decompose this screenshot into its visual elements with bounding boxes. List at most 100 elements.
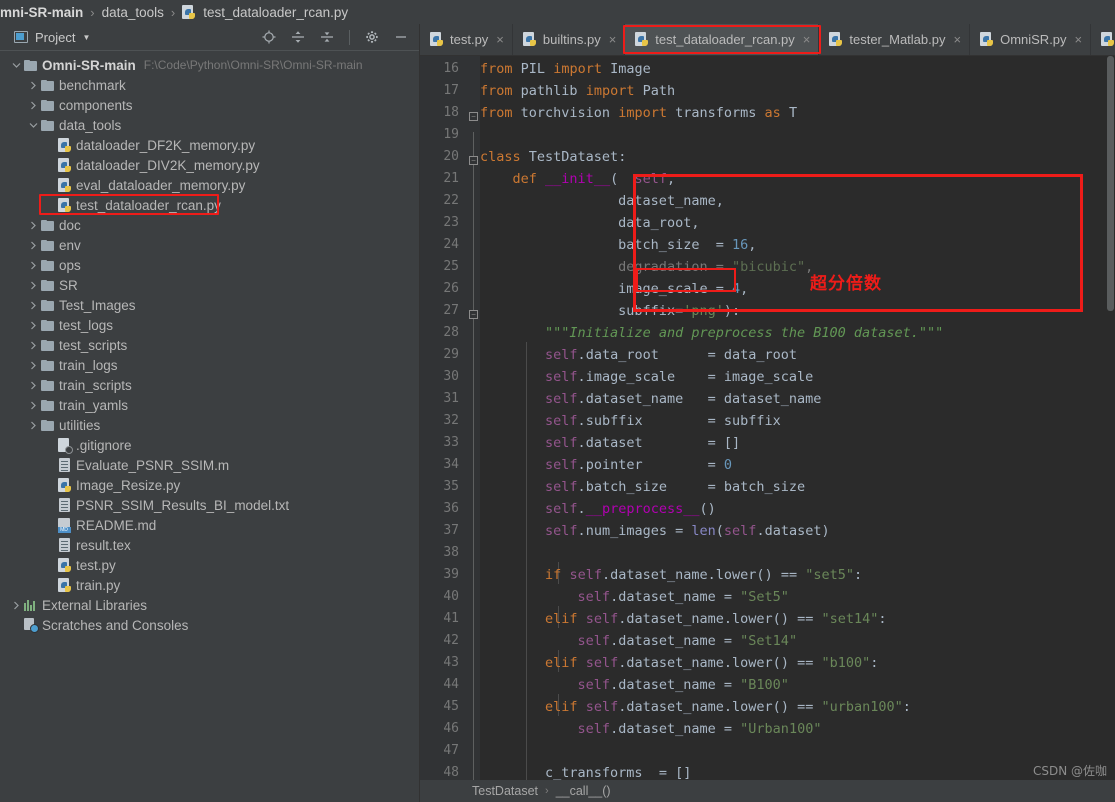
tree-item-data-tools[interactable]: data_tools: [0, 115, 419, 135]
code-line[interactable]: def __init__( self,: [480, 168, 676, 190]
chevron-right-icon[interactable]: [27, 361, 39, 370]
code-line[interactable]: if self.dataset_name.lower() == "set5":: [480, 564, 862, 586]
tree-item-test-scripts[interactable]: test_scripts: [0, 335, 419, 355]
code-line[interactable]: elif self.dataset_name.lower() == "b100"…: [480, 652, 878, 674]
chevron-down-icon[interactable]: [10, 62, 22, 69]
project-tree[interactable]: Omni-SR-main F:\Code\Python\Omni-SR\Omni-…: [0, 51, 419, 801]
breadcrumb-item-file[interactable]: test_dataloader_rcan.py: [182, 4, 348, 20]
close-icon[interactable]: ×: [803, 32, 811, 47]
tree-item-scratches-and-consoles[interactable]: Scratches and Consoles: [0, 615, 419, 635]
chevron-right-icon[interactable]: [27, 261, 39, 270]
tree-item-result-tex[interactable]: result.tex: [0, 535, 419, 555]
tree-item-env[interactable]: env: [0, 235, 419, 255]
code-line[interactable]: self.dataset_name = "Urban100": [480, 718, 822, 740]
code-line[interactable]: self.dataset_name = "B100": [480, 674, 789, 696]
tree-item-sr[interactable]: SR: [0, 275, 419, 295]
chevron-right-icon[interactable]: [27, 321, 39, 330]
expand-all-icon[interactable]: [290, 29, 306, 45]
collapse-all-icon[interactable]: [319, 29, 335, 45]
editor-tab-test-dataloader-rcan-py[interactable]: test_dataloader_rcan.py ×: [625, 24, 820, 55]
code-line[interactable]: from PIL import Image: [480, 58, 651, 80]
tree-item-omni-sr-main[interactable]: Omni-SR-main F:\Code\Python\Omni-SR\Omni-…: [0, 55, 419, 75]
breadcrumb-item-project[interactable]: mni-SR-main: [0, 5, 83, 20]
code-line[interactable]: self.dataset_name = dataset_name: [480, 388, 821, 410]
status-breadcrumb-class[interactable]: TestDataset: [472, 784, 538, 798]
chevron-right-icon[interactable]: [27, 221, 39, 230]
tree-item-external-libraries[interactable]: External Libraries: [0, 595, 419, 615]
code-line[interactable]: from torchvision import transforms as T: [480, 102, 797, 124]
tree-item--gitignore[interactable]: .gitignore: [0, 435, 419, 455]
chevron-down-icon[interactable]: [27, 122, 39, 129]
chevron-right-icon[interactable]: [27, 81, 39, 90]
tree-item-ops[interactable]: ops: [0, 255, 419, 275]
code-line[interactable]: self.pointer = 0: [480, 454, 732, 476]
close-icon[interactable]: ×: [609, 32, 617, 47]
chevron-right-icon[interactable]: [27, 421, 39, 430]
editor-tabbar[interactable]: test.py × builtins.py × test_dataloader_rcan…: [420, 24, 1115, 56]
scrollbar-thumb[interactable]: [1107, 56, 1114, 311]
fold-marker-init[interactable]: −: [469, 310, 478, 319]
tree-item-utilities[interactable]: utilities: [0, 415, 419, 435]
editor-tab-omnisr-py[interactable]: OmniSR.py ×: [970, 24, 1092, 55]
fold-column[interactable]: − − −: [466, 56, 480, 780]
chevron-right-icon[interactable]: [27, 241, 39, 250]
code-line[interactable]: self.dataset_name = "Set5": [480, 586, 789, 608]
tree-item-readme-md[interactable]: MD README.md: [0, 515, 419, 535]
tree-item-train-logs[interactable]: train_logs: [0, 355, 419, 375]
editor-scrollbar[interactable]: [1106, 56, 1115, 780]
tree-item-dataloader-div2k-memory-py[interactable]: dataloader_DIV2K_memory.py: [0, 155, 419, 175]
editor-tab-osa[interactable]: OSA: [1091, 24, 1115, 55]
code-line[interactable]: batch_size = 16,: [480, 234, 756, 256]
code-line[interactable]: degradation = "bicubic",: [480, 256, 813, 278]
tree-item-train-scripts[interactable]: train_scripts: [0, 375, 419, 395]
code-line[interactable]: self.batch_size = batch_size: [480, 476, 805, 498]
code-line[interactable]: self.data_root = data_root: [480, 344, 797, 366]
code-line[interactable]: elif self.dataset_name.lower() == "set14…: [480, 608, 887, 630]
tree-item-benchmark[interactable]: benchmark: [0, 75, 419, 95]
tree-item-psnr-ssim-results-bi-model-txt[interactable]: PSNR_SSIM_Results_BI_model.txt: [0, 495, 419, 515]
editor-tab-tester-matlab-py[interactable]: tester_Matlab.py ×: [819, 24, 971, 55]
code-editor[interactable]: 16 17 18 19 20 21 22 23 24 25 26 27 28 29 30 31 32 33 34 35…: [420, 56, 1115, 780]
code-line[interactable]: self.subffix = subffix: [480, 410, 781, 432]
code-line[interactable]: subffix='png'):: [480, 300, 740, 322]
code-line[interactable]: dataset_name,: [480, 190, 724, 212]
tree-item-test-dataloader-rcan-py[interactable]: test_dataloader_rcan.py: [0, 195, 419, 215]
tree-item-test-images[interactable]: Test_Images: [0, 295, 419, 315]
code-line[interactable]: image_scale = 4,: [480, 278, 748, 300]
tree-item-train-py[interactable]: train.py: [0, 575, 419, 595]
code-line[interactable]: self.__preprocess__(): [480, 498, 716, 520]
tree-item-eval-dataloader-memory-py[interactable]: eval_dataloader_memory.py: [0, 175, 419, 195]
code-line[interactable]: elif self.dataset_name.lower() == "urban…: [480, 696, 911, 718]
tree-item-dataloader-df2k-memory-py[interactable]: dataloader_DF2K_memory.py: [0, 135, 419, 155]
close-icon[interactable]: ×: [496, 32, 504, 47]
code-line[interactable]: class TestDataset:: [480, 146, 626, 168]
code-line[interactable]: """Initialize and preprocess the B100 da…: [480, 322, 943, 344]
close-icon[interactable]: ×: [1075, 32, 1083, 47]
locate-file-icon[interactable]: [261, 29, 277, 45]
code-content[interactable]: from PIL import Image from pathlib import…: [480, 56, 1115, 780]
chevron-right-icon[interactable]: [27, 301, 39, 310]
editor-tab-test-py[interactable]: test.py ×: [420, 24, 513, 55]
tree-item-test-py[interactable]: test.py: [0, 555, 419, 575]
tree-item-evaluate-psnr-ssim-m[interactable]: Evaluate_PSNR_SSIM.m: [0, 455, 419, 475]
editor-tab-builtins-py[interactable]: builtins.py ×: [512, 24, 626, 55]
code-line[interactable]: from pathlib import Path: [480, 80, 675, 102]
fold-marker-class[interactable]: −: [469, 156, 478, 165]
tree-item-test-logs[interactable]: test_logs: [0, 315, 419, 335]
tree-item-doc[interactable]: doc: [0, 215, 419, 235]
chevron-right-icon[interactable]: [27, 381, 39, 390]
breadcrumb-item-folder[interactable]: data_tools: [102, 5, 164, 20]
tree-item-components[interactable]: components: [0, 95, 419, 115]
chevron-right-icon[interactable]: [27, 281, 39, 290]
chevron-right-icon[interactable]: [27, 401, 39, 410]
tree-item-image-resize-py[interactable]: Image_Resize.py: [0, 475, 419, 495]
hide-panel-icon[interactable]: [393, 29, 409, 45]
code-line[interactable]: self.dataset_name = "Set14": [480, 630, 798, 652]
code-line[interactable]: c_transforms = []: [480, 762, 691, 780]
settings-gear-icon[interactable]: [364, 29, 380, 45]
chevron-right-icon[interactable]: [27, 101, 39, 110]
chevron-right-icon[interactable]: [27, 341, 39, 350]
chevron-down-icon[interactable]: ▼: [82, 33, 90, 42]
fold-marker-import[interactable]: −: [469, 112, 478, 121]
code-line[interactable]: self.dataset = []: [480, 432, 740, 454]
